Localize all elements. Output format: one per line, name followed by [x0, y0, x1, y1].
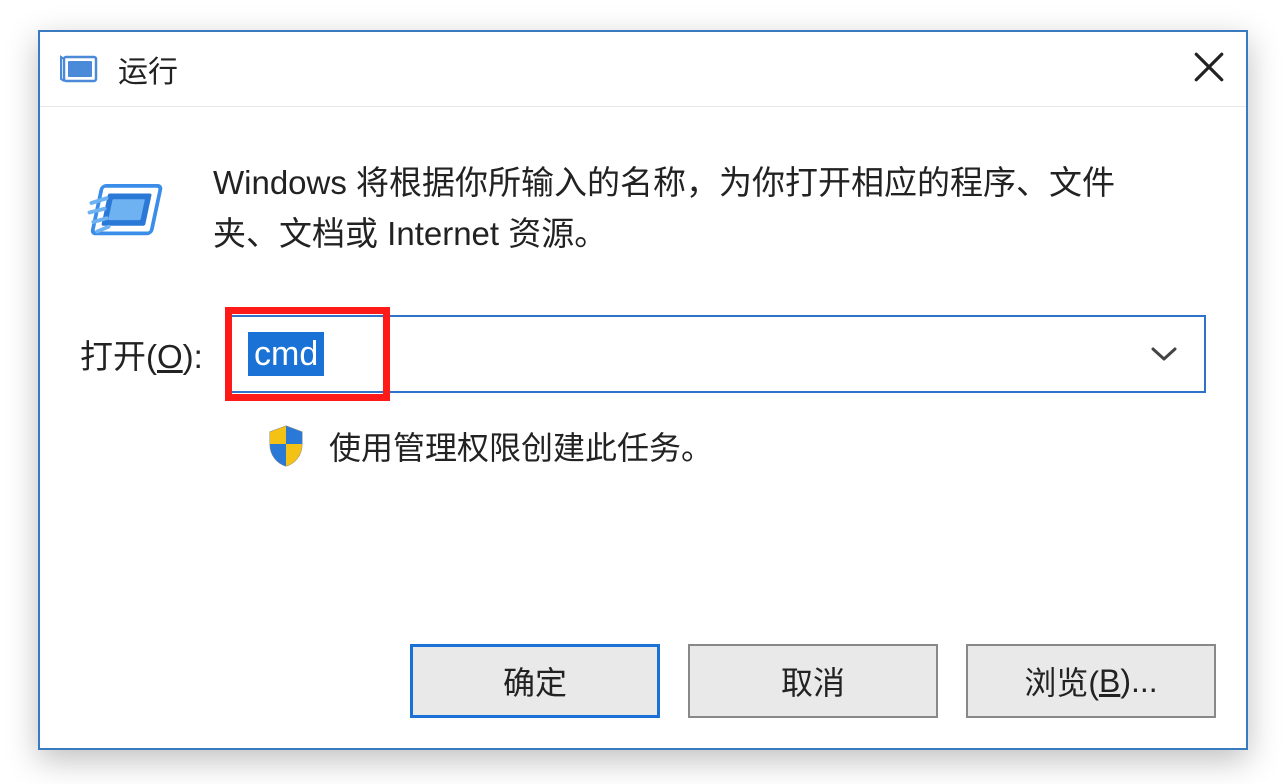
shield-icon	[265, 424, 307, 468]
dialog-buttons: 确定 取消 浏览(B)...	[410, 644, 1216, 718]
open-label: 打开(O):	[80, 330, 230, 378]
description-row: Windows 将根据你所输入的名称，为你打开相应的程序、文件夹、文档或 Int…	[80, 157, 1206, 260]
close-icon	[1192, 50, 1226, 89]
open-combobox[interactable]: cmd	[230, 315, 1206, 393]
run-large-icon	[80, 165, 175, 260]
browse-button[interactable]: 浏览(B)...	[966, 644, 1216, 718]
open-input-value: cmd	[248, 332, 324, 377]
close-button[interactable]	[1181, 42, 1236, 97]
cancel-button[interactable]: 取消	[688, 644, 938, 718]
open-combo-wrap: cmd	[230, 315, 1206, 393]
admin-row: 使用管理权限创建此任务。	[265, 423, 1206, 469]
chevron-down-icon[interactable]	[1150, 346, 1178, 362]
dialog-content: Windows 将根据你所输入的名称，为你打开相应的程序、文件夹、文档或 Int…	[40, 107, 1246, 469]
admin-privilege-text: 使用管理权限创建此任务。	[329, 423, 713, 469]
open-row: 打开(O): cmd	[80, 315, 1206, 393]
run-app-icon	[60, 53, 100, 85]
ok-button[interactable]: 确定	[410, 644, 660, 718]
window-title: 运行	[118, 47, 178, 91]
titlebar: 运行	[40, 32, 1246, 107]
description-text: Windows 将根据你所输入的名称，为你打开相应的程序、文件夹、文档或 Int…	[213, 157, 1173, 259]
run-dialog: 运行 Windows 将根据你所输入的名称，为你打开相应的程序、文件夹、文档或 …	[38, 30, 1248, 750]
